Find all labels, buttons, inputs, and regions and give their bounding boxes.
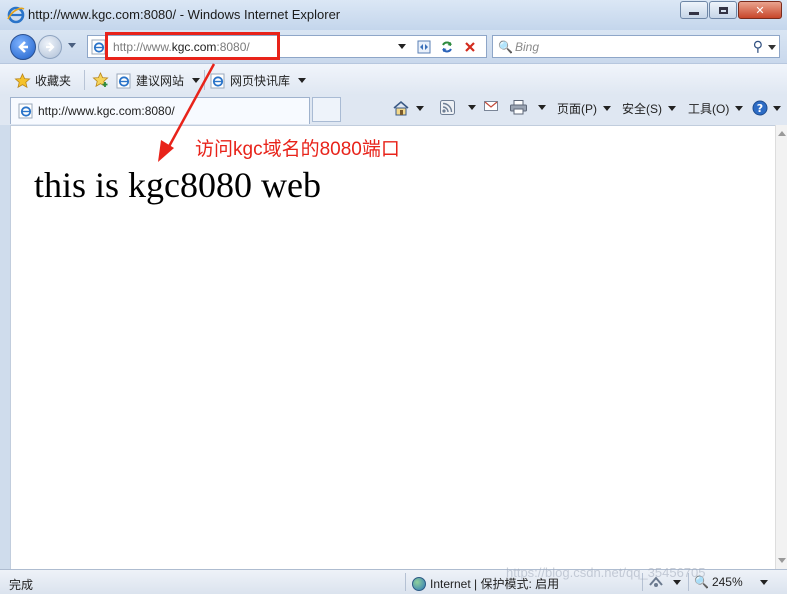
internet-zone-globe-icon [412, 576, 426, 591]
search-icon[interactable]: ⚲ [753, 38, 763, 55]
help-button[interactable]: ? [752, 100, 781, 116]
add-favorite-star-icon [92, 72, 109, 88]
search-provider-icon: 🔍 [498, 40, 513, 54]
add-to-favorites-bar-button[interactable] [92, 72, 110, 88]
mail-icon [484, 101, 498, 111]
print-dropdown-icon[interactable] [538, 105, 546, 110]
recent-pages-dropdown-icon[interactable] [68, 43, 76, 48]
safety-menu[interactable]: 安全(S) [622, 100, 676, 117]
svg-text:?: ? [757, 102, 763, 115]
tab-row: http://www.kgc.com:8080/ 页面(P) 安全(S) 工具(… [0, 95, 787, 125]
search-placeholder: Bing [515, 40, 540, 54]
suggested-sites-ie-icon [116, 73, 131, 88]
address-dropdown-icon[interactable] [398, 44, 406, 49]
favorites-separator [84, 70, 85, 90]
page-content-area[interactable]: this is kgc8080 web [10, 125, 775, 569]
read-mail-button[interactable] [484, 100, 498, 112]
vertical-scrollbar[interactable] [775, 125, 787, 569]
favorites-item-suggested-sites[interactable]: 建议网站 [116, 72, 201, 89]
home-button[interactable] [392, 100, 424, 117]
chevron-down-icon [603, 106, 611, 111]
suggested-sites-label: 建议网站 [136, 74, 185, 88]
web-slice-gallery-label: 网页快讯库 [230, 74, 291, 88]
tools-menu[interactable]: 工具(O) [688, 100, 744, 117]
home-icon [393, 100, 409, 116]
refresh-button[interactable] [437, 38, 457, 55]
maximize-icon [718, 6, 728, 14]
compatibility-view-button[interactable] [414, 38, 434, 55]
refresh-icon [442, 41, 452, 52]
chevron-down-icon [668, 106, 676, 111]
favorites-label: 收藏夹 [35, 74, 72, 88]
search-box[interactable]: 🔍 Bing ⚲ [492, 35, 780, 58]
minimize-icon [689, 12, 699, 15]
chevron-down-icon [759, 579, 768, 585]
close-icon: ✕ [755, 4, 765, 17]
help-dropdown-icon[interactable] [773, 105, 781, 111]
feeds-dropdown-icon[interactable] [468, 105, 476, 110]
ie-logo-icon [7, 6, 25, 24]
window-controls: ✕ [679, 1, 782, 19]
title-bar: http://www.kgc.com:8080/ - Windows Inter… [0, 0, 787, 30]
print-icon [510, 100, 527, 115]
tab-label: http://www.kgc.com:8080/ [38, 104, 175, 118]
tab-active[interactable]: http://www.kgc.com:8080/ [10, 97, 310, 124]
close-button[interactable]: ✕ [738, 1, 782, 19]
print-button[interactable] [510, 100, 546, 115]
search-dropdown-icon[interactable] [768, 45, 776, 50]
scroll-up-arrow-icon[interactable] [778, 131, 786, 136]
favorites-item-web-slice-gallery[interactable]: 网页快讯库 [210, 72, 307, 89]
window-title: http://www.kgc.com:8080/ - Windows Inter… [28, 7, 341, 22]
help-icon: ? [752, 100, 768, 116]
stop-icon [465, 41, 475, 52]
chevron-down-icon [192, 78, 201, 83]
favorites-bar: 收藏夹 建议网站 网页快讯库 [0, 63, 787, 95]
favorites-button[interactable]: 收藏夹 [14, 72, 71, 89]
forward-arrow-icon [46, 42, 55, 52]
feeds-button[interactable] [440, 100, 476, 115]
status-separator [405, 573, 406, 591]
ie-window: http://www.kgc.com:8080/ - Windows Inter… [0, 0, 787, 594]
home-dropdown-icon[interactable] [416, 106, 424, 111]
page-menu-label: 页面(P) [557, 102, 597, 116]
back-button[interactable] [10, 34, 36, 60]
chevron-down-icon [735, 106, 744, 111]
forward-button[interactable] [38, 35, 62, 59]
back-arrow-icon [18, 41, 28, 53]
url-highlight-box [105, 32, 280, 60]
minimize-button[interactable] [680, 1, 708, 19]
annotation-label: 访问kgc域名的8080端口 [195, 139, 400, 160]
page-body-text: this is kgc8080 web [34, 165, 321, 205]
new-tab-button[interactable] [312, 97, 341, 122]
maximize-button[interactable] [709, 1, 737, 19]
web-slice-gallery-ie-icon [210, 73, 225, 88]
tab-favicon-icon [18, 103, 33, 119]
feeds-icon [440, 100, 455, 115]
safety-menu-label: 安全(S) [622, 102, 662, 116]
compatibility-view-icon [417, 40, 431, 53]
page-menu[interactable]: 页面(P) [557, 100, 611, 117]
stop-button[interactable] [460, 38, 480, 55]
scroll-down-arrow-icon[interactable] [778, 558, 786, 563]
chevron-down-icon [298, 78, 307, 83]
favorites-star-icon [14, 72, 31, 88]
chevron-down-icon [673, 579, 681, 585]
zoom-level: 245% [711, 575, 743, 589]
tools-menu-label: 工具(O) [688, 102, 730, 116]
favorites-separator [204, 70, 205, 90]
status-text: 完成 [9, 578, 34, 592]
watermark: https://blog.csdn.net/qq_35456705 [506, 565, 706, 580]
